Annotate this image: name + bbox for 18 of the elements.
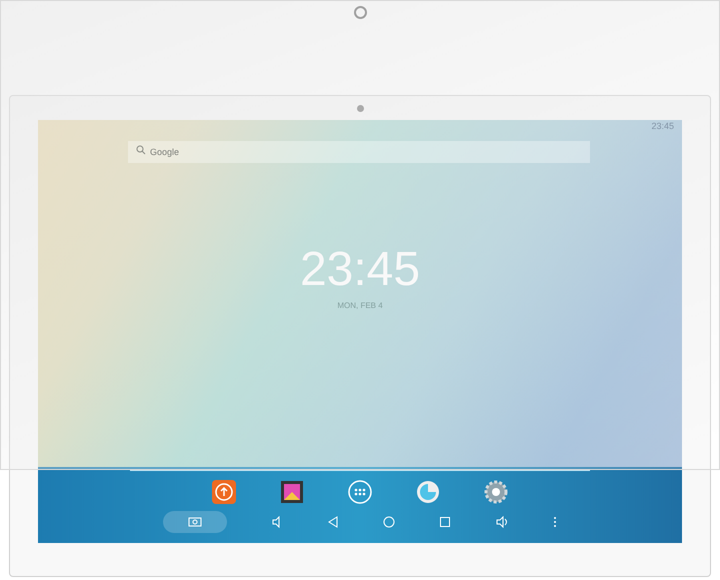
volume-up-icon[interactable]	[495, 516, 509, 528]
recents-icon[interactable]	[439, 516, 451, 528]
apps-grid-icon[interactable]	[347, 479, 373, 505]
upload-icon[interactable]	[211, 479, 237, 505]
camera-icon	[354, 6, 366, 19]
camera-icon	[188, 517, 202, 527]
browser-icon[interactable]	[415, 479, 441, 505]
gallery-icon[interactable]	[279, 479, 305, 505]
screenshot-button[interactable]	[163, 511, 227, 533]
camera-icon	[356, 105, 364, 112]
search-icon	[136, 145, 146, 155]
home-icon[interactable]	[383, 516, 395, 528]
back-icon[interactable]	[327, 516, 339, 528]
clock-date: MON, FEB 4	[337, 300, 383, 312]
clock-time: 23:45	[300, 246, 420, 294]
settings-icon[interactable]	[483, 479, 509, 505]
status-time: 23:45	[651, 120, 674, 134]
more-icon[interactable]	[553, 516, 557, 528]
